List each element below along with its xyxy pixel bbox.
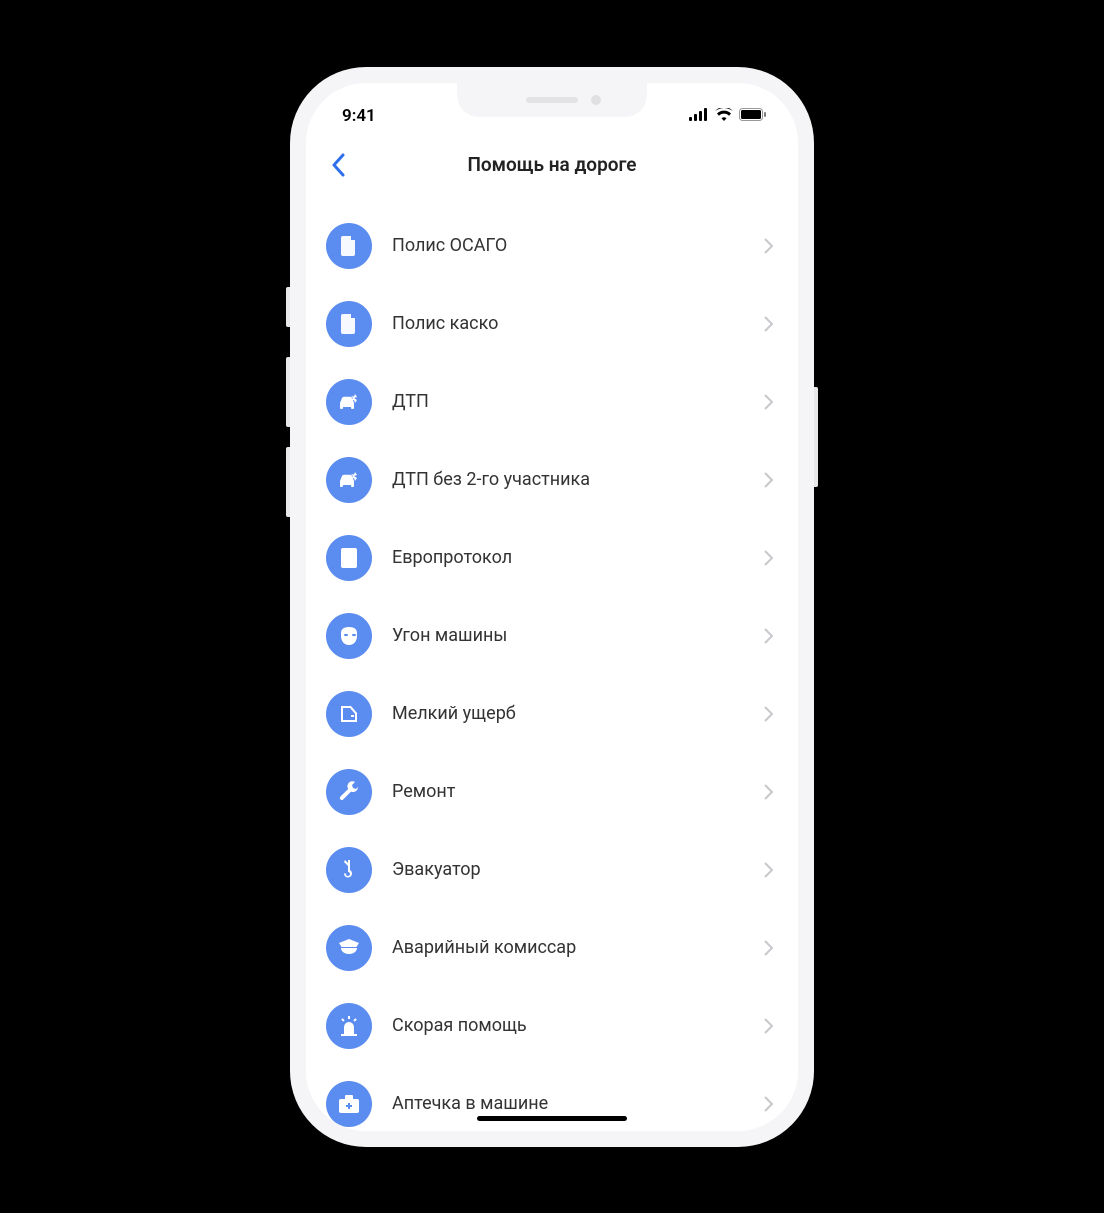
tow-hook-icon	[326, 847, 372, 893]
chevron-right-icon	[758, 706, 778, 722]
first-aid-icon	[326, 1081, 372, 1127]
list-item[interactable]: Полис каско	[326, 285, 778, 363]
home-indicator[interactable]	[477, 1116, 627, 1121]
wrench-icon	[326, 769, 372, 815]
list-item-label: Эвакуатор	[392, 859, 758, 880]
battery-icon	[739, 106, 766, 126]
document-shield-icon	[326, 301, 372, 347]
chevron-right-icon	[758, 238, 778, 254]
chevron-right-icon	[758, 472, 778, 488]
phone-side-button	[286, 357, 290, 427]
phone-notch	[457, 83, 647, 117]
chevron-right-icon	[758, 862, 778, 878]
list-item[interactable]: Эвакуатор	[326, 831, 778, 909]
list-item-label: Аптечка в машине	[392, 1093, 758, 1114]
car-crash-icon	[326, 457, 372, 503]
list-item[interactable]: Мелкий ущерб	[326, 675, 778, 753]
chevron-left-icon	[331, 153, 345, 177]
car-crash-icon	[326, 379, 372, 425]
form-icon	[326, 535, 372, 581]
list-item[interactable]: Угон машины	[326, 597, 778, 675]
chevron-right-icon	[758, 1018, 778, 1034]
list-item-label: Аварийный комиссар	[392, 937, 758, 958]
list-item-label: Угон машины	[392, 625, 758, 646]
chevron-right-icon	[758, 940, 778, 956]
chevron-right-icon	[758, 550, 778, 566]
list-item-label: Полис каско	[392, 313, 758, 334]
chevron-right-icon	[758, 316, 778, 332]
list-item-label: ДТП без 2-го участника	[392, 469, 758, 490]
chevron-right-icon	[758, 1096, 778, 1112]
phone-frame: 9:41 Помощь на дороге Полис ОСАГО Полис к…	[290, 67, 814, 1147]
content-scroll[interactable]: Полис ОСАГО Полис каско ДТП ДТП без 2-го уч…	[306, 193, 798, 1131]
list-item[interactable]: Ремонт	[326, 753, 778, 831]
menu-list: Полис ОСАГО Полис каско ДТП ДТП без 2-го уч…	[306, 207, 798, 1131]
police-cap-icon	[326, 925, 372, 971]
phone-screen: 9:41 Помощь на дороге Полис ОСАГО Полис к…	[306, 83, 798, 1131]
list-item-label: Ремонт	[392, 781, 758, 802]
phone-side-button	[814, 387, 818, 487]
list-item[interactable]: Аварийный комиссар	[326, 909, 778, 987]
phone-side-button	[286, 287, 290, 327]
wifi-icon	[715, 106, 733, 126]
list-item[interactable]: Полис ОСАГО	[326, 207, 778, 285]
page-title: Помощь на дороге	[306, 153, 798, 176]
siren-icon	[326, 1003, 372, 1049]
car-door-icon	[326, 691, 372, 737]
nav-bar: Помощь на дороге	[306, 137, 798, 193]
list-item-label: Скорая помощь	[392, 1015, 758, 1036]
list-item[interactable]: ДТП без 2-го участника	[326, 441, 778, 519]
cellular-icon	[689, 106, 709, 126]
phone-side-button	[286, 447, 290, 517]
mask-icon	[326, 613, 372, 659]
chevron-right-icon	[758, 394, 778, 410]
list-item[interactable]: ДТП	[326, 363, 778, 441]
chevron-right-icon	[758, 628, 778, 644]
back-button[interactable]	[318, 145, 358, 185]
status-time: 9:41	[342, 106, 376, 126]
list-item-label: Мелкий ущерб	[392, 703, 758, 724]
list-item-label: Европротокол	[392, 547, 758, 568]
list-item[interactable]: Аптечка в машине	[326, 1065, 778, 1131]
list-item-label: Полис ОСАГО	[392, 235, 758, 256]
list-item[interactable]: Скорая помощь	[326, 987, 778, 1065]
list-item[interactable]: Европротокол	[326, 519, 778, 597]
chevron-right-icon	[758, 784, 778, 800]
document-shield-icon	[326, 223, 372, 269]
list-item-label: ДТП	[392, 391, 758, 412]
